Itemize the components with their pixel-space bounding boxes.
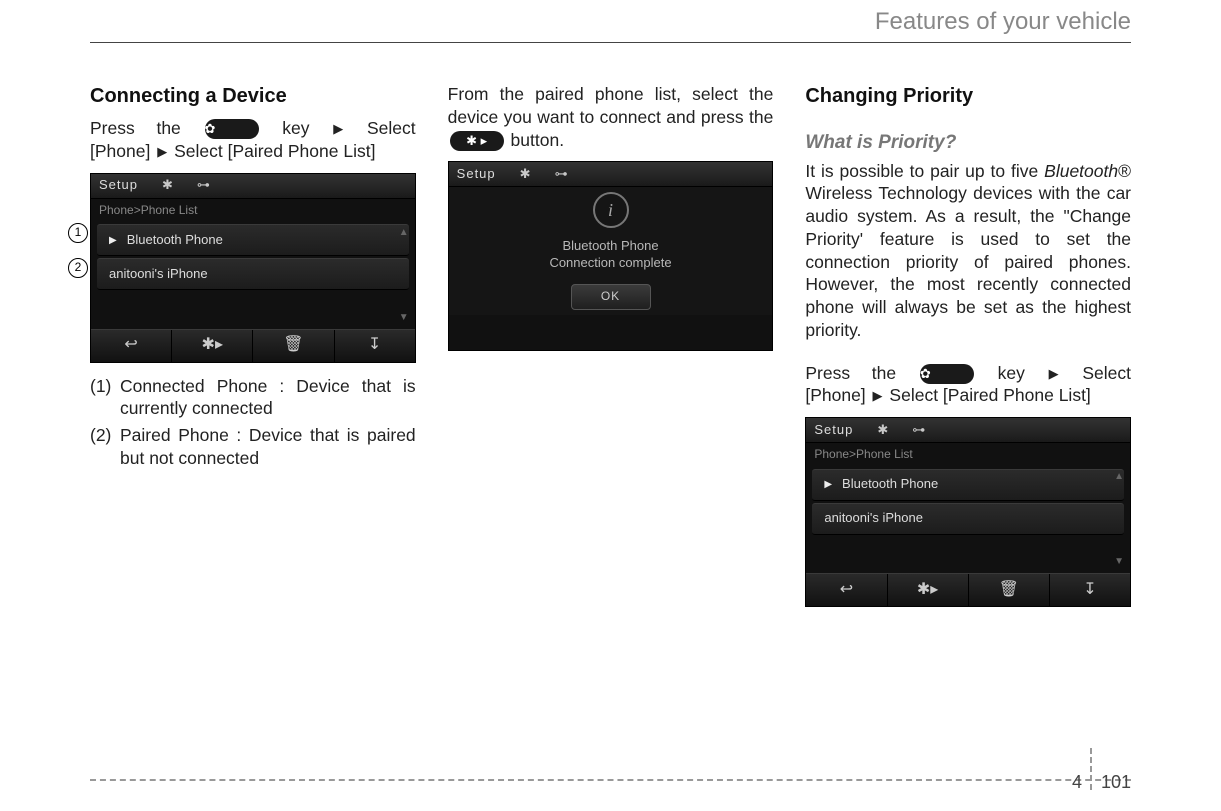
priority-button[interactable]: ↧ [335,330,415,362]
col3-proc-c: Select [1082,363,1131,383]
col1-proc2b: Select [Paired Phone List] [174,141,375,161]
pagenum-separator [1090,748,1093,790]
list-item-connected[interactable]: ▶ Bluetooth Phone [812,469,1124,501]
screen-connection-complete: Setup ✱ ⊶ i Bluetooth Phone Connection c… [448,161,774,351]
bt-connect-button[interactable]: ✱▸ [888,574,969,606]
list-item-label: anitooni's iPhone [824,510,923,527]
screen-phone-list-1: Setup ✱ ⊶ Phone>Phone List ▲ ▶ Bluetooth… [90,173,416,363]
arrow-icon: ▶ [873,388,883,405]
page-number-value: 101 [1101,772,1131,793]
legend-text-1: Connected Phone : Device that is current… [120,375,416,421]
col3-subhead: What is Priority? [805,131,1131,156]
list-item-connected[interactable]: ▶ Bluetooth Phone [97,224,409,256]
bt-connect-key-icon: ✱ ▸ [450,131,504,151]
link-icon: ⊶ [555,166,568,183]
msg-line-2: Connection complete [549,255,671,272]
col3-heading: Changing Priority [805,83,1131,109]
ok-button[interactable]: OK [571,284,651,310]
list-item-label: Bluetooth Phone [127,232,223,249]
priority-button[interactable]: ↧ [1050,574,1130,606]
scroll-down-icon[interactable]: ▼ [1114,555,1124,568]
connected-indicator-icon: ▶ [824,478,832,491]
screen-topbar: Setup ✱ ⊶ [806,418,1130,443]
col1-proc-c: Select [367,118,416,138]
link-icon: ⊶ [197,177,210,194]
back-button[interactable]: ↩ [91,330,172,362]
bluetooth-icon: ✱ [877,422,888,439]
arrow-icon: ▶ [1049,366,1059,383]
screen-breadcrumb: Phone>Phone List [91,199,415,223]
list-item-label: Bluetooth Phone [842,476,938,493]
header-title: Features of your vehicle [875,8,1131,35]
back-button[interactable]: ↩ [806,574,887,606]
bluetooth-icon: ✱ [162,177,173,194]
legend-num-2: (2) [90,424,120,470]
delete-button[interactable]: 🗑 [969,574,1050,606]
screen-bottombar: ↩ ✱▸ 🗑 ↧ [806,573,1130,606]
page-number: 4 101 [1072,772,1131,793]
bt-connect-button[interactable]: ✱▸ [172,330,253,362]
list-item-paired[interactable]: anitooni's iPhone [97,258,409,290]
legend-num-1: (1) [90,375,120,421]
footer-rule [90,779,1131,781]
bluetooth-icon: ✱ [520,166,531,183]
screen-topbar: Setup ✱ ⊶ [449,162,773,187]
registered-mark: ® [1118,161,1131,181]
scroll-up-icon[interactable]: ▲ [1114,470,1124,483]
legend: (1) Connected Phone : Device that is cur… [90,375,416,470]
col3-proc-a: Press the [805,363,896,383]
link-icon: ⊶ [912,422,925,439]
screen-phone-list-2: Setup ✱ ⊶ Phone>Phone List ▲ ▶ Bluetooth… [805,417,1131,607]
col1-heading: Connecting a Device [90,83,416,109]
screen-setup-label: Setup [814,422,853,439]
settings-key-icon: ✿ [920,364,974,384]
col3-proc2: [Phone] [805,385,870,405]
brand-bluetooth: Bluetooth [1044,161,1118,181]
connected-indicator-icon: ▶ [109,234,117,247]
col2-para: From the paired phone list, select the d… [448,84,774,127]
page-header: Features of your vehicle [90,0,1131,43]
col1-proc-a: Press the [90,118,181,138]
col3-para-b: Wireless Technology devices with the car… [805,183,1131,340]
legend-text-2: Paired Phone : Device that is paired but… [120,424,416,470]
col1-proc-b: key [282,118,309,138]
list-item-label: anitooni's iPhone [109,266,208,283]
callout-1: 1 [68,223,88,243]
column-1: Connecting a Device Press the ✿ key ▶ Se… [90,83,416,607]
screen-setup-label: Setup [457,166,496,183]
screen-topbar: Setup ✱ ⊶ [91,174,415,199]
screen-bottombar: ↩ ✱▸ 🗑 ↧ [91,329,415,362]
col3-proc2b: Select [Paired Phone List] [889,385,1090,405]
column-2: From the paired phone list, select the d… [448,83,774,607]
col2-para-tail: button. [511,130,565,150]
screen-breadcrumb: Phone>Phone List [806,443,1130,467]
scroll-down-icon[interactable]: ▼ [399,311,409,324]
callout-2: 2 [68,258,88,278]
delete-button[interactable]: 🗑 [253,330,334,362]
list-item-paired[interactable]: anitooni's iPhone [812,503,1124,535]
info-icon: i [593,192,629,228]
chapter-number: 4 [1072,772,1082,793]
screen-setup-label: Setup [99,177,138,194]
col1-proc2: [Phone] [90,141,150,161]
col3-proc-b: key [998,363,1025,383]
settings-key-icon: ✿ [205,119,259,139]
arrow-icon: ▶ [333,121,343,138]
scroll-up-icon[interactable]: ▲ [399,226,409,239]
msg-line-1: Bluetooth Phone [549,238,671,255]
column-3: Changing Priority What is Priority? It i… [805,83,1131,607]
col3-para-a: It is possible to pair up to five [805,161,1044,181]
arrow-icon: ▶ [157,144,167,161]
